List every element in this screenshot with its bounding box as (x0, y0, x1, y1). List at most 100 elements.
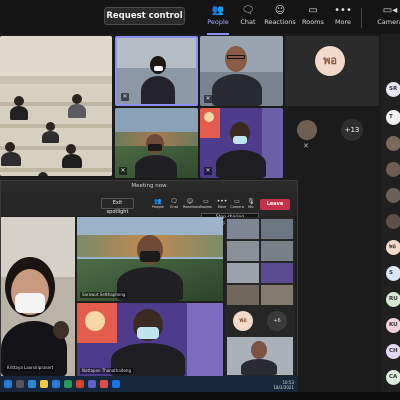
inner-more-button[interactable]: ••• More (215, 198, 229, 210)
attendee-head (14, 96, 24, 106)
mic-off-icon: ✕ (204, 167, 212, 175)
wall-art-circle (85, 311, 105, 331)
taskbar-clock[interactable]: 10:53 18/3/2021 (273, 380, 294, 390)
participant-head (251, 341, 267, 359)
mini-video-tile[interactable] (227, 241, 259, 261)
participant-avatar[interactable]: SR (386, 82, 400, 97)
attendee-head (72, 94, 82, 104)
mini-video-tile[interactable] (261, 285, 293, 305)
rooms-icon: ▭ (308, 5, 318, 16)
people-button[interactable]: 👥 People (201, 4, 235, 35)
inner-people-button[interactable]: 👥 People (151, 198, 165, 210)
participant-avatar[interactable]: พอ (386, 240, 400, 255)
mini-video-tile[interactable] (261, 219, 293, 239)
participant-avatar[interactable] (386, 214, 400, 229)
rooms-button[interactable]: ▭ Rooms (296, 4, 330, 32)
bottom-edge (0, 392, 400, 400)
inner-video-participant-bottom[interactable]: Nattapon Thanathaitong (77, 303, 223, 377)
mini-video-tile[interactable] (227, 337, 293, 375)
participant-avatar[interactable] (386, 136, 400, 151)
inner-window-title: Meeting now (1, 181, 297, 192)
participant-avatar[interactable]: S (386, 266, 400, 281)
participant-avatar[interactable]: RU (386, 292, 400, 307)
search-icon[interactable] (16, 380, 24, 388)
overflow-count[interactable]: +6 (267, 311, 287, 331)
more-icon: ••• (216, 198, 228, 205)
word-icon[interactable] (52, 380, 60, 388)
people-icon: 👥 (211, 5, 225, 16)
video-tile-seminar-room[interactable] (0, 36, 112, 176)
attendee-head (66, 144, 76, 154)
wall-panel (187, 303, 223, 377)
edge-icon[interactable] (28, 380, 36, 388)
face-mask (154, 66, 163, 71)
mic-off-icon: ✕ (303, 142, 309, 150)
participant-head (225, 46, 247, 72)
participant-avatar[interactable]: T (386, 110, 400, 125)
chrome-icon[interactable] (100, 380, 108, 388)
camera-icon: ▭ (234, 198, 240, 205)
face-mask (233, 136, 247, 144)
teams-icon[interactable] (88, 380, 96, 388)
participant-body (216, 150, 266, 178)
request-control-button[interactable]: Request control (104, 7, 185, 25)
attendee (42, 131, 59, 143)
mini-video-tile[interactable] (227, 263, 259, 283)
overflow-count[interactable]: +13 (341, 119, 363, 141)
face-mask (15, 293, 45, 313)
start-icon[interactable] (4, 380, 12, 388)
inner-mic-button[interactable]: 🎙 Mic (244, 198, 258, 210)
avatar-small (297, 120, 317, 140)
participant-avatar[interactable]: CH (386, 344, 400, 359)
inner-chat-button[interactable]: 🗨 Chat (167, 198, 181, 210)
attendee (62, 154, 82, 168)
participant-avatar[interactable] (386, 188, 400, 203)
mini-video-tile[interactable] (227, 285, 259, 305)
room-ceiling (0, 36, 112, 76)
face-mask (137, 327, 159, 339)
mini-video-tile[interactable] (227, 219, 259, 239)
excel-icon[interactable] (64, 380, 72, 388)
video-tile-participant-4[interactable]: ✕ (115, 108, 198, 178)
taskbar: 10:53 18/3/2021 (0, 376, 298, 392)
powerpoint-icon[interactable] (76, 380, 84, 388)
video-tile-participant-5[interactable]: ✕ (200, 108, 283, 178)
video-tile-participant-3[interactable]: ✕ (200, 36, 283, 106)
participant-avatar[interactable]: KU (386, 318, 400, 333)
background-person (53, 321, 69, 339)
reactions-icon: ☺ (186, 198, 194, 205)
attendee-head (5, 142, 15, 152)
inner-rooms-button[interactable]: ▭ Rooms (199, 198, 213, 210)
face-mask (148, 144, 162, 151)
attendee-head (38, 172, 48, 176)
video-tile-avatar[interactable]: พอ (285, 36, 379, 106)
participant-avatar[interactable] (386, 162, 400, 177)
meeting-toolbar: Request control 👥 People 🗨 Chat ☺ Reacti… (0, 0, 400, 35)
more-button[interactable]: ••• More (326, 4, 360, 32)
toolbar-divider (361, 8, 362, 28)
attendee (68, 104, 86, 118)
mini-video-tile[interactable] (261, 241, 293, 261)
inner-reactions-button[interactable]: ☺ Reactions (183, 198, 200, 210)
more-icon: ••• (334, 5, 352, 16)
participant-body (241, 359, 277, 375)
teams-meeting-screen: Request control 👥 People 🗨 Chat ☺ Reacti… (0, 0, 400, 400)
participant-avatar[interactable]: CA (386, 370, 400, 385)
participant-name: Krittaya Laorsiriprasert (5, 365, 56, 371)
inner-video-participant-center[interactable]: Sarawut Setthaphong (77, 217, 223, 301)
participant-body (135, 155, 177, 178)
exit-spotlight-button[interactable]: Exit spotlight (101, 198, 134, 215)
chat-icon: 🗨 (170, 198, 178, 205)
folder-icon[interactable] (40, 380, 48, 388)
outlook-icon[interactable] (112, 380, 120, 388)
mini-video-tile[interactable] (261, 263, 293, 283)
chat-button[interactable]: 🗨 Chat (231, 4, 265, 32)
inner-camera-button[interactable]: ▭ Camera (230, 198, 244, 210)
leave-button[interactable]: Leave (260, 199, 290, 210)
video-tile-participant-2[interactable]: ✕ (115, 36, 198, 106)
people-icon: 👥 (154, 198, 162, 205)
inner-video-main-speaker[interactable] (1, 217, 75, 377)
reactions-button[interactable]: ☺ Reactions (263, 4, 297, 32)
camera-button[interactable]: ▭◂ Camera (370, 4, 400, 32)
inner-mini-grid: พอ +6 (225, 217, 295, 377)
